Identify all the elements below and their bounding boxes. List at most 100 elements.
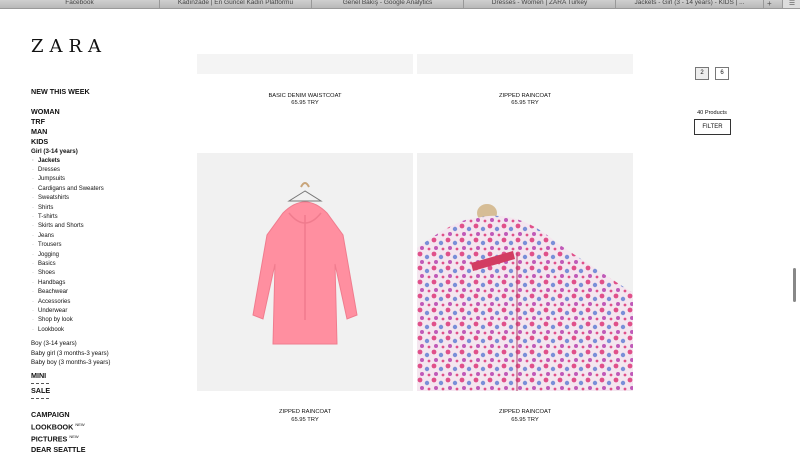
bullet-icon: · [32,289,34,296]
zara-logo[interactable]: ZARA [31,36,107,57]
nav-item[interactable]: · T-shirts [31,213,181,222]
nav-item-label: Basics [38,260,56,267]
nav-item[interactable]: · Dresses [31,166,181,175]
nav-item[interactable]: · Handbags [31,279,181,288]
product-price: 65.95 TRY [291,417,319,423]
browser-tab-active[interactable]: Dresses - Women | ZARA Turkey [464,0,616,8]
nav-item-label: Jumpsuits [38,176,66,183]
view-2-columns-button[interactable]: 2 [695,67,709,80]
nav-sale[interactable]: SALE [31,386,181,396]
nav-item-label: Shop by look [38,317,73,324]
nav-campaign[interactable]: CAMPAIGN [31,410,181,420]
nav-new-this-week[interactable]: NEW THIS WEEK [31,87,181,97]
bullet-icon: · [32,223,34,230]
bullet-icon: · [32,157,34,164]
new-tab-button[interactable]: + [767,0,772,8]
browser-tab[interactable]: Facebook [0,0,160,8]
nav-item[interactable]: · Basics [31,260,181,269]
nav-baby-girl[interactable]: Baby girl (3 months-3 years) [31,349,181,359]
floral-raincoat-illustration [417,204,633,391]
bullet-icon: · [32,260,34,267]
nav-item-label: Skirts and Shorts [38,223,84,230]
product-price: 65.95 TRY [291,100,319,106]
sidebar-nav: NEW THIS WEEK WOMAN TRF MAN KIDS Girl (3… [31,87,181,455]
girl-subcategory-list: · Jackets · Dresses · Jumpsuits · Cardigans … [31,157,181,336]
nav-girl[interactable]: Girl (3-14 years) [31,147,181,157]
nav-item-label: Jackets [38,157,61,164]
product-name[interactable]: ZIPPED RAINCOAT [417,409,633,415]
bullet-icon: · [32,176,34,183]
nav-item[interactable]: · Cardigans and Sweaters [31,185,181,194]
nav-item-label: Shirts [38,204,54,211]
bullet-icon: · [32,326,34,333]
bullet-icon: · [32,279,34,286]
filter-button[interactable]: FILTER [694,119,731,135]
browser-tab[interactable]: Kadınzade | En Güncel Kadın Platformu [160,0,312,8]
bullet-icon: · [32,213,34,220]
nav-item[interactable]: · Shirts [31,204,181,213]
nav-item[interactable]: · Underwear [31,307,181,316]
nav-pictures[interactable]: PICTURES NEW [31,432,181,444]
nav-item-jackets[interactable]: · Jackets [31,157,181,166]
product-image-floral-raincoat[interactable] [417,153,633,391]
bullet-icon: · [32,317,34,324]
nav-man[interactable]: MAN [31,127,181,137]
nav-item-label: Cardigans and Sweaters [38,185,104,192]
nav-item-label: Accessories [38,298,71,305]
nav-item[interactable]: · Shop by look [31,316,181,325]
nav-item-label: Lookbook [38,326,65,333]
nav-item[interactable]: · Jumpsuits [31,175,181,184]
nav-item-label: Dresses [38,166,61,173]
nav-item[interactable]: · Shoes [31,269,181,278]
nav-item[interactable]: · Lookbook [31,326,181,335]
divider [31,397,49,399]
bullet-icon: · [32,232,34,239]
nav-item-label: Jogging [38,251,60,258]
bullet-icon: · [32,270,34,277]
product-name[interactable]: BASIC DENIM WAISTCOAT [197,93,413,99]
nav-item[interactable]: · Jeans [31,232,181,241]
browser-tab[interactable]: Jackets - Girl (3 - 14 years) - KIDS | .… [616,0,764,8]
page-scrollbar[interactable] [793,268,796,302]
nav-lookbook-label: LOOKBOOK [31,422,74,432]
bullet-icon: · [32,298,34,305]
bullet-icon: · [32,204,34,211]
nav-item[interactable]: · Trousers [31,241,181,250]
nav-item-label: Handbags [38,279,66,286]
new-badge: NEW [69,434,79,440]
nav-item[interactable]: · Accessories [31,298,181,307]
product-count: 40 Products [697,110,727,116]
nav-item[interactable]: · Sweatshirts [31,194,181,203]
nav-mini[interactable]: MINI [31,371,181,381]
nav-pictures-label: PICTURES [31,434,68,444]
product-image-top-left[interactable] [197,54,413,74]
nav-item-label: Jeans [38,232,55,239]
view-6-columns-button[interactable]: 6 [715,67,729,80]
bullet-icon: · [32,242,34,249]
nav-item[interactable]: · Jogging [31,251,181,260]
nav-item-label: Underwear [38,308,68,314]
nav-item[interactable]: · Beachwear [31,288,181,297]
nav-item-label: T-shirts [38,213,58,220]
nav-item-label: Trousers [38,242,62,249]
nav-woman[interactable]: WOMAN [31,107,181,117]
bullet-icon: · [32,166,34,173]
nav-item-label: Shoes [38,270,56,277]
product-image-top-right[interactable] [417,54,633,74]
browser-tab[interactable]: Genel Bakış - Google Analytics [312,0,464,8]
product-name[interactable]: ZIPPED RAINCOAT [417,93,633,99]
bullet-icon: · [32,251,34,258]
product-price: 65.95 TRY [511,417,539,423]
nav-lookbook[interactable]: LOOKBOOK NEW [31,420,181,432]
nav-boy[interactable]: Boy (3-14 years) [31,339,181,349]
product-name[interactable]: ZIPPED RAINCOAT [197,409,413,415]
pink-raincoat-illustration [252,182,358,345]
menu-icon[interactable]: ☰ [782,0,800,8]
nav-baby-boy[interactable]: Baby boy (3 months-3 years) [31,358,181,368]
new-badge: NEW [75,421,85,427]
nav-trf[interactable]: TRF [31,117,181,127]
nav-kids[interactable]: KIDS [31,137,181,147]
browser-tab-bar: Facebook Kadınzade | En Güncel Kadın Pla… [0,0,800,9]
nav-item[interactable]: · Skirts and Shorts [31,222,181,231]
product-image-pink-raincoat[interactable] [197,153,413,391]
